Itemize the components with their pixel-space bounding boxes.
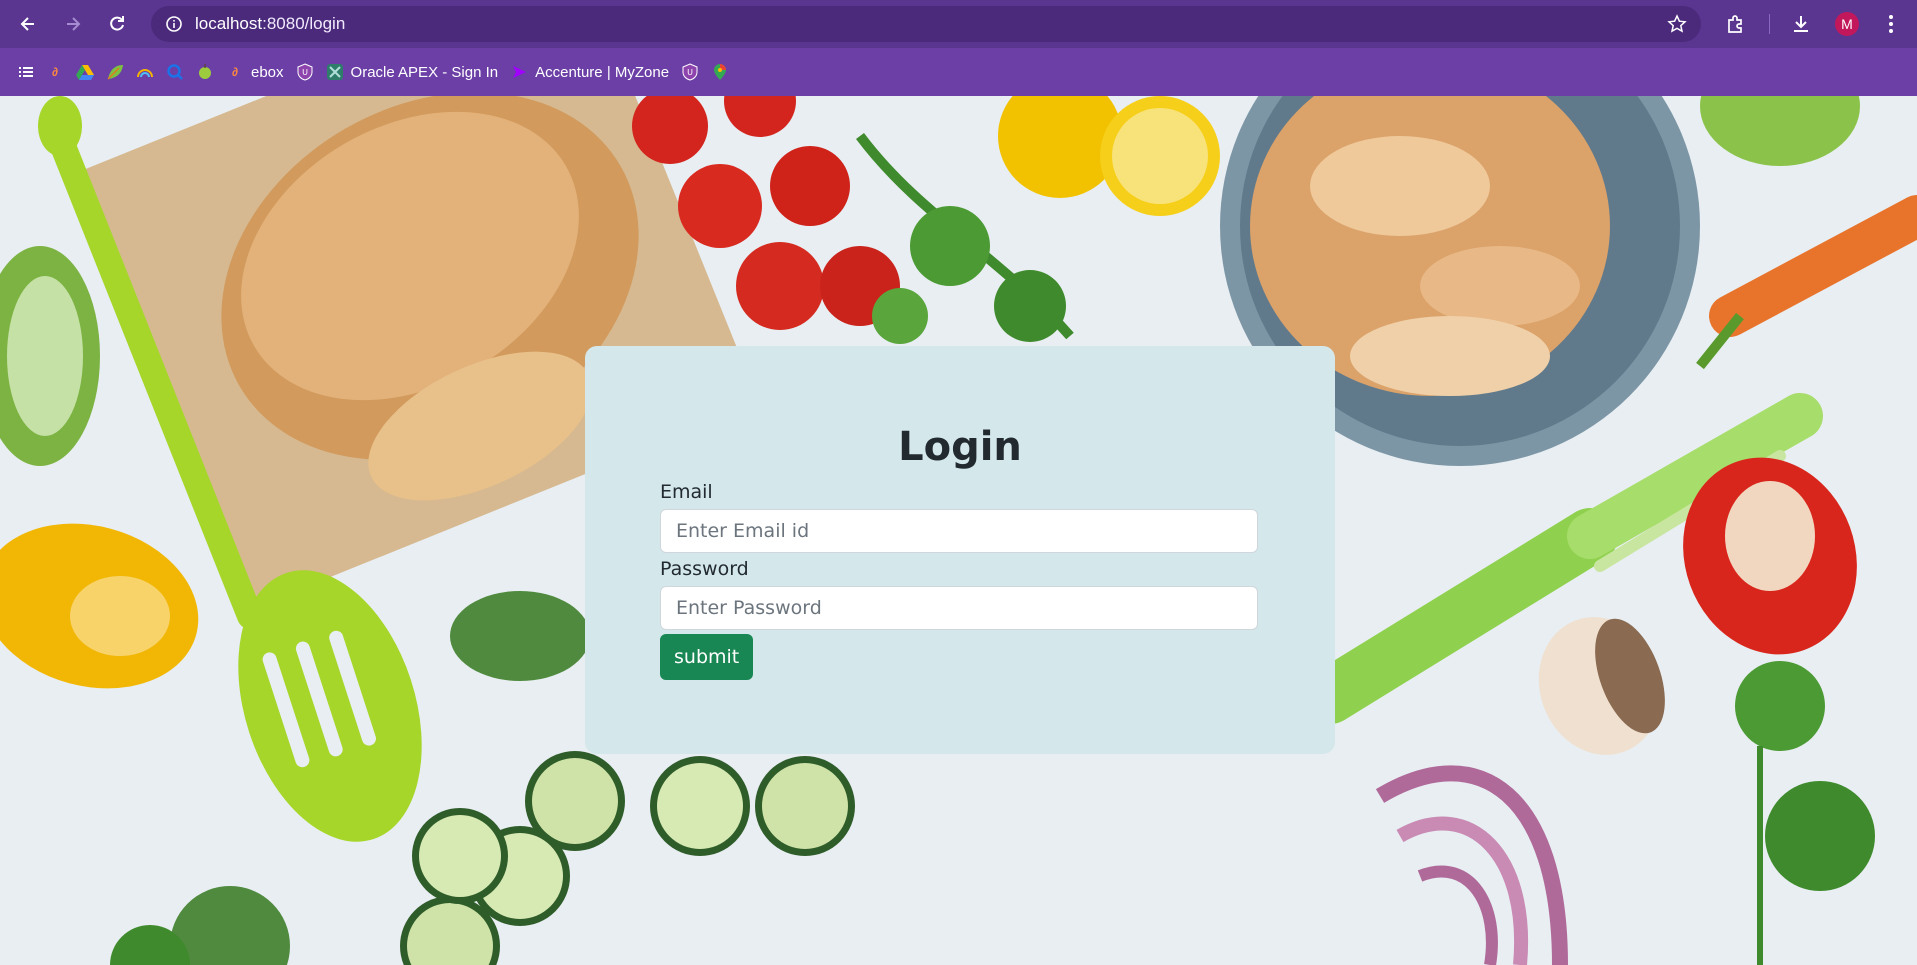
link-icon: ∂ bbox=[232, 65, 238, 79]
drive-icon bbox=[76, 65, 94, 80]
back-button[interactable] bbox=[14, 10, 42, 38]
arrow-left-icon bbox=[20, 17, 34, 31]
site-info-icon[interactable] bbox=[157, 7, 191, 41]
email-label: Email bbox=[660, 481, 713, 503]
apex-icon bbox=[326, 64, 343, 80]
bookmark-1[interactable]: ∂ bbox=[40, 56, 70, 88]
bookmark-5[interactable] bbox=[160, 56, 190, 88]
svg-text:U: U bbox=[687, 68, 693, 77]
password-field[interactable] bbox=[660, 586, 1258, 630]
bookmark-oracle-apex[interactable]: Oracle APEX - Sign In bbox=[320, 56, 505, 88]
search-icon bbox=[167, 64, 183, 80]
browser-toolbar: localhost:8080/login M bbox=[0, 0, 1917, 48]
apps-list-button[interactable] bbox=[12, 56, 40, 88]
browser-chrome: localhost:8080/login M ∂ ∂ ebox U Oracle… bbox=[0, 0, 1917, 96]
bookmark-ebox[interactable]: ∂ ebox bbox=[220, 56, 290, 88]
profile-avatar[interactable]: M bbox=[1835, 12, 1859, 36]
bookmark-12[interactable] bbox=[705, 56, 735, 88]
bookmark-star-icon[interactable] bbox=[1665, 12, 1689, 36]
svg-text:U: U bbox=[302, 68, 308, 77]
page-viewport: Login Email Password submit bbox=[0, 96, 1917, 965]
shield-icon: U bbox=[682, 63, 698, 81]
extensions-icon[interactable] bbox=[1722, 10, 1750, 38]
address-bar[interactable]: localhost:8080/login bbox=[151, 6, 1701, 42]
bookmark-label: Oracle APEX - Sign In bbox=[350, 63, 499, 81]
apps-list-icon bbox=[19, 67, 33, 77]
leaf-icon bbox=[107, 65, 123, 80]
login-card: Login Email Password submit bbox=[585, 346, 1335, 754]
email-field[interactable] bbox=[660, 509, 1258, 553]
more-menu-icon[interactable] bbox=[1877, 10, 1905, 38]
apple-icon bbox=[199, 64, 211, 79]
bookmarks-bar: ∂ ∂ ebox U Oracle APEX - Sign In Accentu… bbox=[0, 48, 1917, 96]
bookmark-label: Accenture | MyZone bbox=[535, 63, 670, 81]
url-path: :8080/login bbox=[262, 14, 346, 33]
forward-button[interactable] bbox=[59, 10, 87, 38]
url-host: localhost bbox=[195, 14, 263, 33]
submit-button[interactable]: submit bbox=[660, 634, 754, 680]
bookmark-label: ebox bbox=[251, 63, 284, 81]
downloads-icon[interactable] bbox=[1787, 10, 1815, 38]
toolbar-divider bbox=[1769, 14, 1770, 34]
shield-icon: U bbox=[297, 63, 313, 81]
map-pin-icon bbox=[714, 64, 727, 80]
bookmark-accenture[interactable]: Accenture | MyZone bbox=[504, 56, 675, 88]
reload-icon bbox=[110, 16, 124, 31]
reload-button[interactable] bbox=[103, 10, 131, 38]
bookmark-3[interactable] bbox=[100, 56, 130, 88]
bookmark-11[interactable]: U bbox=[675, 56, 705, 88]
link-icon: ∂ bbox=[52, 65, 58, 79]
bookmark-8[interactable]: U bbox=[290, 56, 320, 88]
arrow-right-icon bbox=[67, 17, 81, 31]
bookmark-6[interactable] bbox=[190, 56, 220, 88]
accenture-icon bbox=[513, 66, 527, 78]
rainbow-icon bbox=[137, 69, 153, 78]
password-label: Password bbox=[660, 558, 749, 580]
bookmark-4[interactable] bbox=[130, 56, 160, 88]
login-title: Login bbox=[898, 424, 1022, 470]
url-text[interactable]: localhost:8080/login bbox=[195, 14, 345, 34]
bookmark-2[interactable] bbox=[70, 56, 100, 88]
